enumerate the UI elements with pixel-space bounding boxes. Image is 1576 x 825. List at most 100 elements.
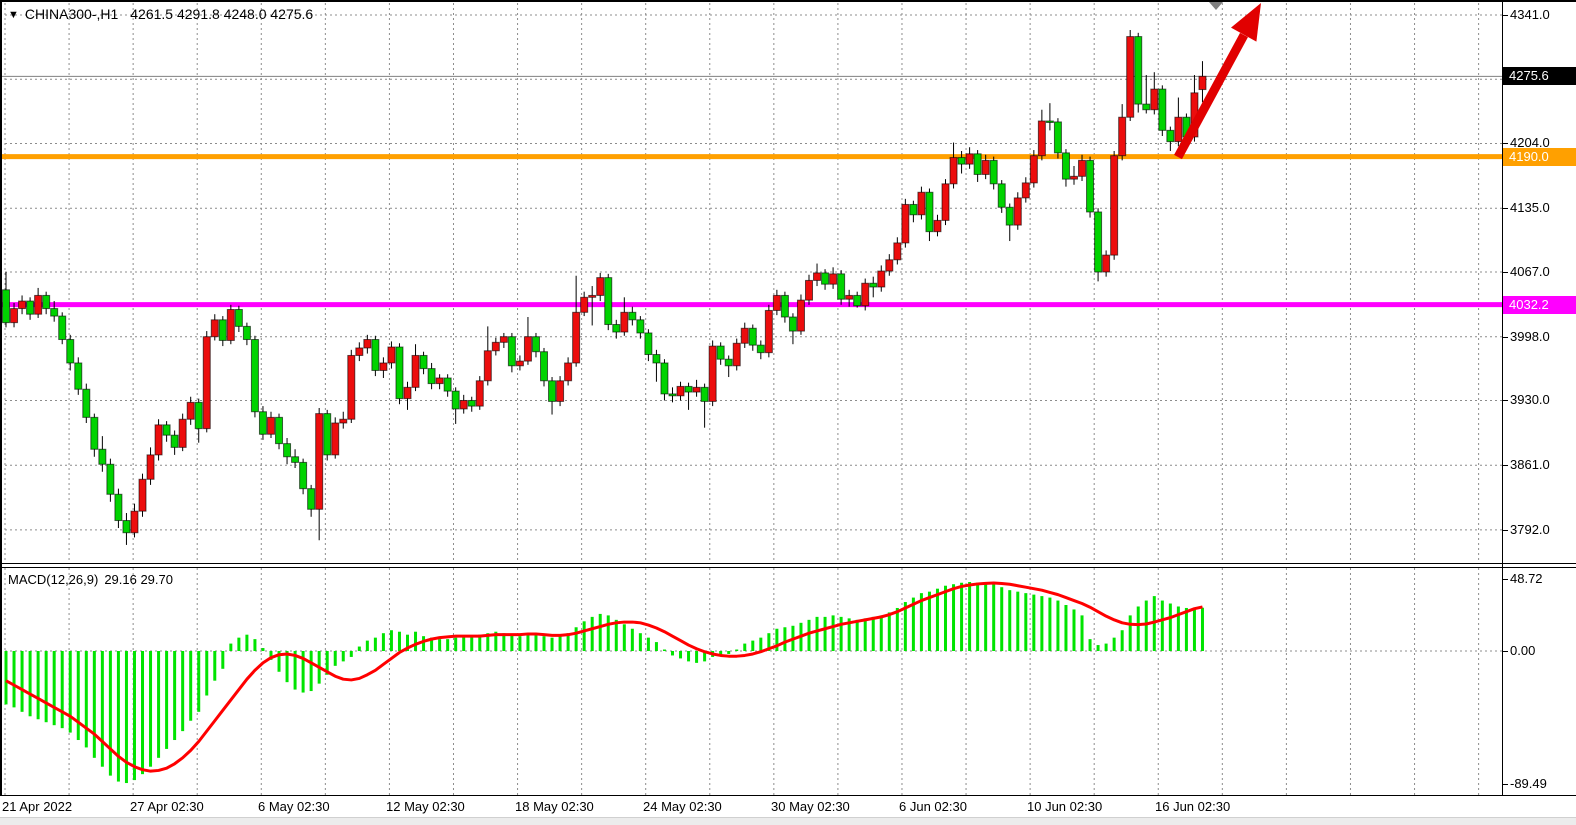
macd-histogram-bar [53,651,56,725]
macd-histogram-bar [1000,587,1003,651]
candle-bearish [468,400,475,406]
trend-arrow-shaft[interactable] [1178,35,1244,157]
macd-histogram-bar [888,612,891,651]
candle-bearish [452,391,459,409]
candle-bullish [147,455,154,479]
macd-histogram-bar [759,638,762,651]
price-axis-label: 3930.0 [1510,392,1550,407]
macd-histogram-bar [952,584,955,651]
candle-bullish [862,283,869,306]
macd-axis-label: 0.00 [1510,643,1535,658]
candle-bearish [669,394,676,396]
macd-histogram-bar [783,627,786,651]
macd-histogram-bar [1169,604,1172,651]
time-axis-label: 12 May 02:30 [386,799,465,814]
macd-panel-area[interactable] [0,568,1504,795]
candle-bearish [613,325,620,333]
candle-bearish [251,340,258,412]
candle-bullish [1079,160,1086,176]
panel-divider-handle[interactable] [0,562,1576,569]
candle-bearish [725,359,732,366]
candle-bullish [476,381,483,406]
axis-tick [1503,272,1508,273]
macd-histogram-bar [583,621,586,651]
candle-bullish [934,220,941,231]
bottom-scroll-strip[interactable] [0,817,1576,825]
time-axis-label: 10 Jun 02:30 [1027,799,1102,814]
candle-bullish [227,310,234,341]
macd-histogram-bar [213,651,216,681]
macd-histogram-bar [639,633,642,651]
macd-signal-line [6,583,1202,771]
candle-bullish [709,346,716,401]
object-anchor-icon[interactable] [1209,2,1223,10]
candle-bearish [27,301,34,314]
macd-histogram-bar [743,644,746,651]
candle-bullish [846,295,853,299]
candle-bearish [1159,89,1166,130]
candle-bearish [685,386,692,392]
candle-bullish [589,295,596,297]
macd-histogram-bar [1089,639,1092,651]
candle-bullish [1119,117,1126,155]
macd-histogram-bar [69,651,72,733]
macd-histogram-bar [1193,609,1196,651]
macd-histogram-bar [21,651,24,712]
macd-axis[interactable]: 48.720.00-89.49 [1503,568,1576,795]
window-collapse-icon[interactable]: ▼ [8,9,19,21]
time-axis[interactable]: 21 Apr 202227 Apr 02:306 May 02:3012 May… [0,796,1502,817]
candle-bearish [532,337,539,352]
macd-histogram-bar [607,615,610,651]
macd-histogram-bar [695,651,698,663]
macd-histogram-bar [205,651,208,696]
candle-bearish [854,295,861,305]
trend-arrow-head[interactable] [1231,3,1261,42]
chart-symbol-period: CHINA300-,H1 [25,6,118,22]
candle-bullish [19,301,26,309]
candle-bearish [75,363,82,389]
candle-bullish [886,260,893,271]
macd-histogram-bar [992,584,995,651]
macd-histogram-bar [45,651,48,722]
macd-histogram-bar [824,617,827,651]
candle-bullish [966,154,973,164]
macd-histogram-bar [438,639,441,651]
time-axis-label: 6 May 02:30 [258,799,330,814]
main-chart-area[interactable] [0,0,1504,563]
candle-bullish [460,400,467,408]
macd-histogram-bar [968,582,971,651]
candle-bearish [910,204,917,214]
macd-histogram-bar [1161,601,1164,651]
macd-histogram-bar [1201,608,1204,651]
macd-histogram-bar [551,638,554,651]
macd-histogram-bar [189,651,192,721]
axis-tick [1503,400,1508,401]
candle-bullish [484,351,491,381]
macd-histogram-bar [13,651,16,707]
candle-bullish [316,414,323,510]
candle-bearish [396,347,403,399]
time-axis-label: 6 Jun 02:30 [899,799,967,814]
candle-bullish [267,417,274,434]
candle-bearish [308,489,315,510]
candle-bearish [324,414,331,455]
macd-histogram-bar [1145,601,1148,651]
macd-histogram-bar [237,638,240,651]
macd-histogram-bar [109,651,112,776]
candle-bullish [950,158,957,184]
macd-histogram-bar [575,627,578,651]
macd-histogram-bar [85,651,88,747]
macd-histogram-bar [173,651,176,740]
candle-bearish [870,283,877,287]
candle-bearish [974,154,981,175]
macd-histogram-bar [1113,638,1116,651]
candle-bearish [171,435,178,447]
candle-bullish [806,280,813,300]
candle-bullish [677,386,684,395]
macd-histogram-bar [229,644,232,651]
macd-histogram-bar [872,617,875,651]
macd-histogram-bar [1129,615,1132,651]
candle-bearish [1054,122,1061,153]
candle-bullish [942,184,949,221]
candle-bearish [3,290,10,323]
